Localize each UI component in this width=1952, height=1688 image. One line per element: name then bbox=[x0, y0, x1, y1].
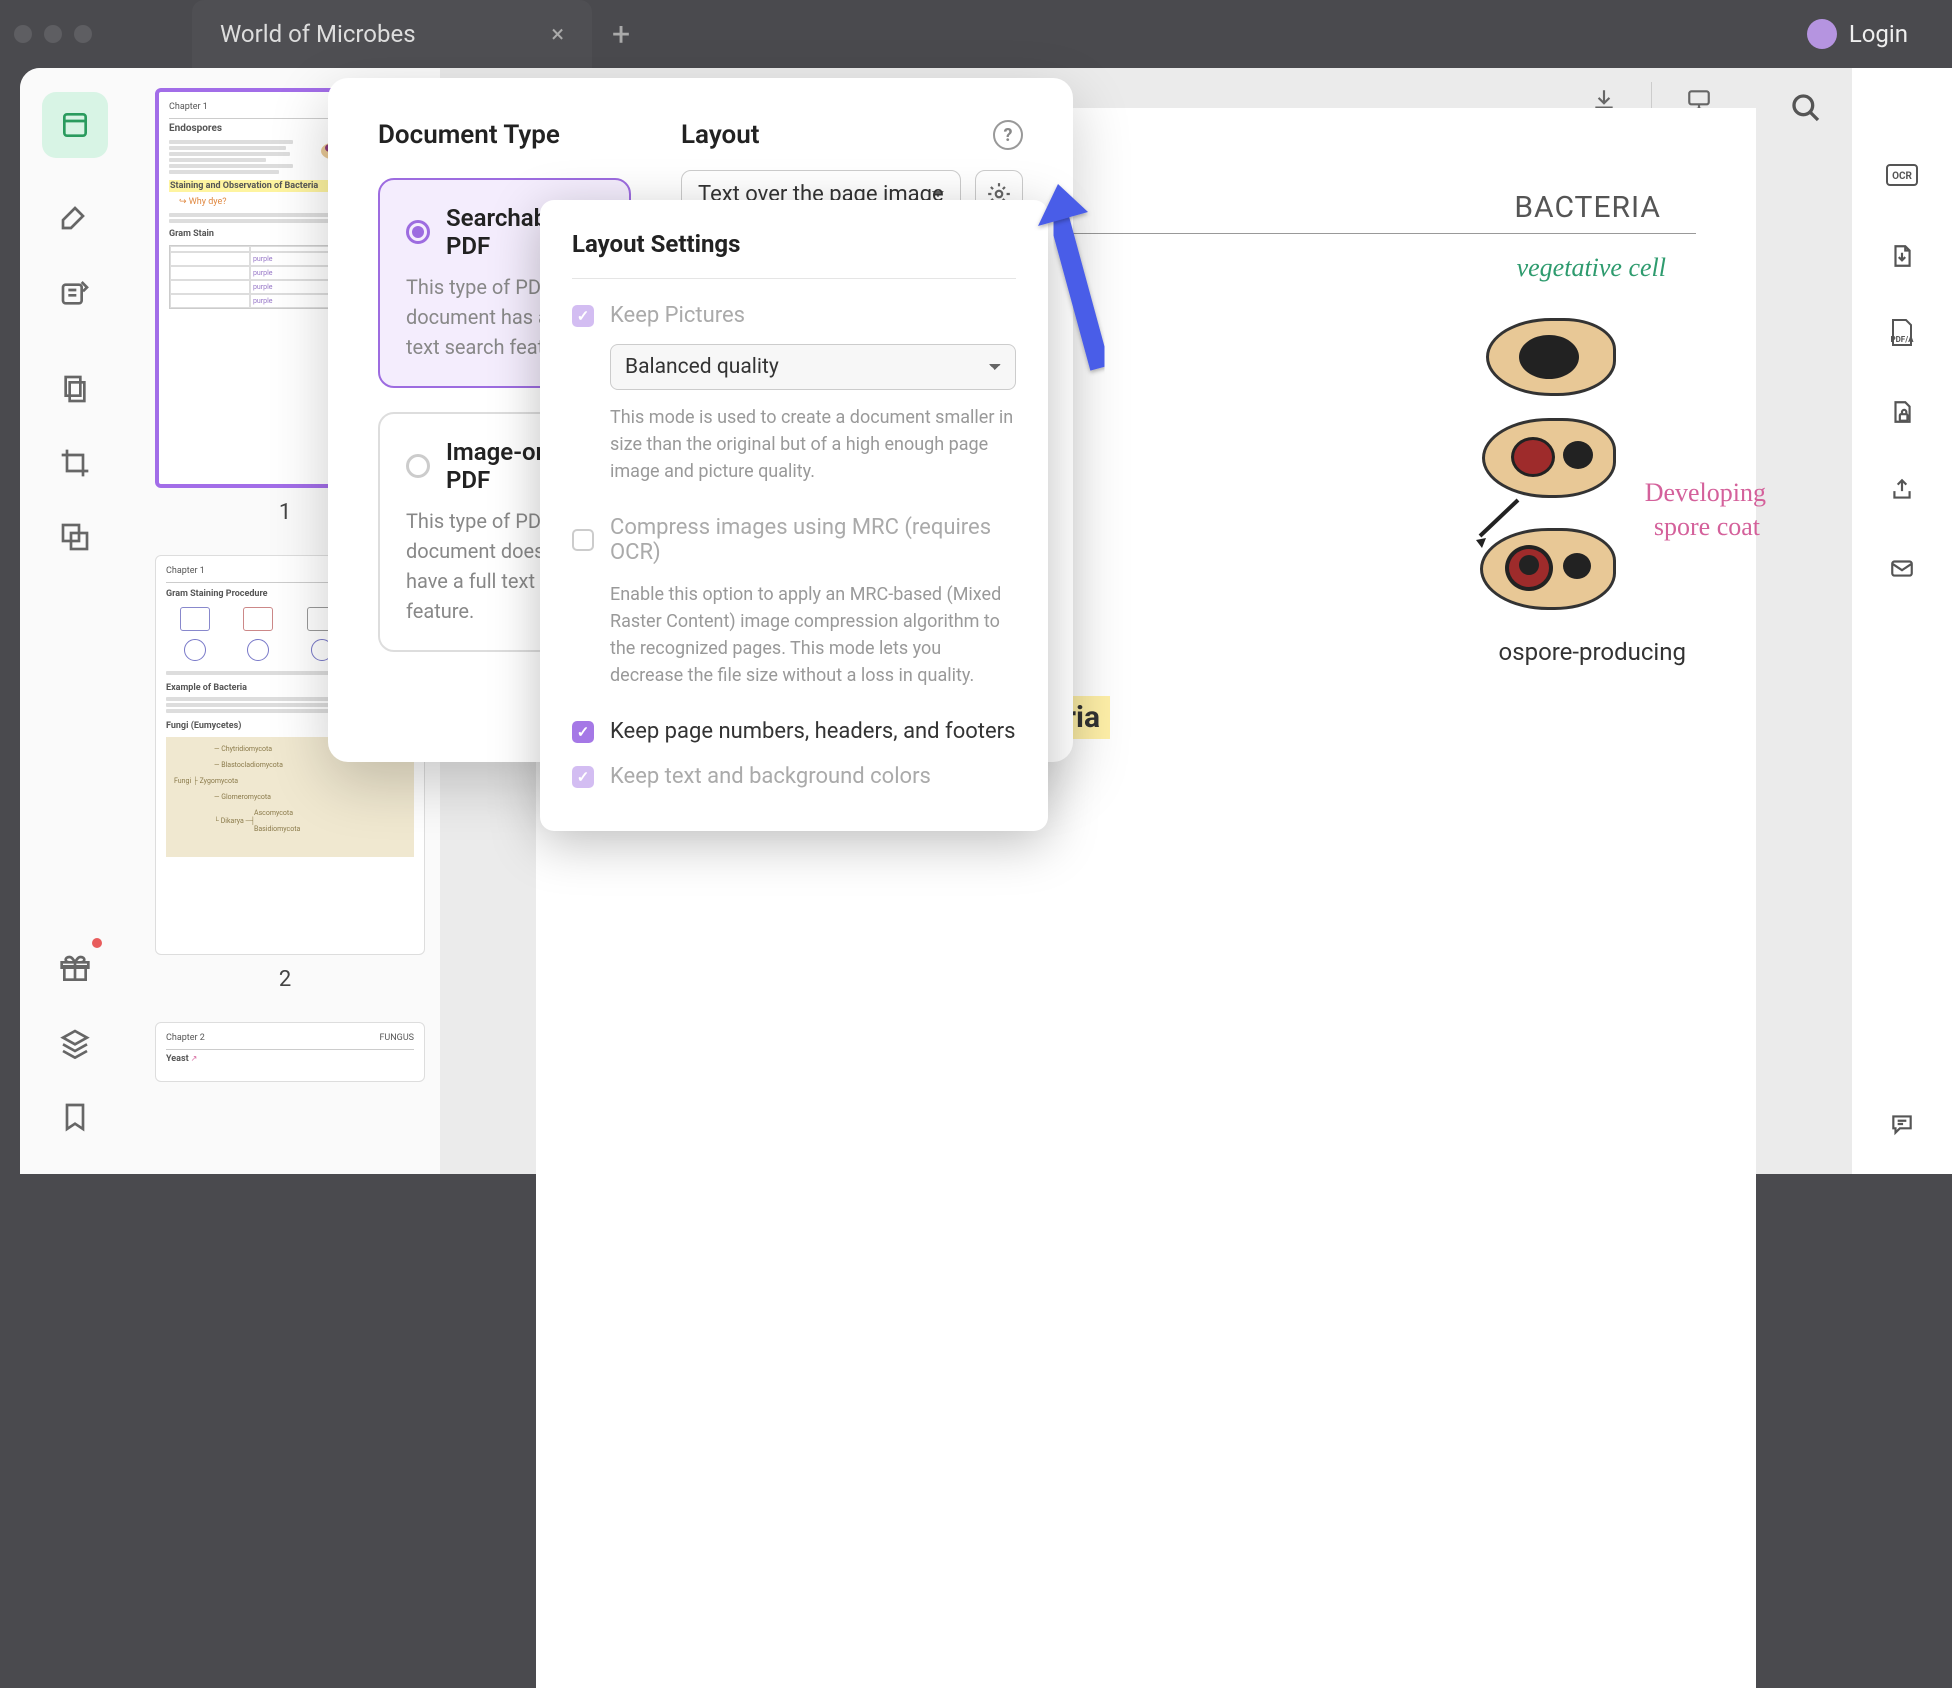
login-button[interactable]: Login bbox=[1807, 19, 1908, 49]
protect-tool[interactable] bbox=[1882, 392, 1922, 432]
compress-mrc-option[interactable]: Compress images using MRC (requires OCR) bbox=[572, 515, 1016, 565]
checkbox-checked-icon bbox=[572, 305, 594, 327]
popover-title: Layout Settings bbox=[572, 230, 1016, 258]
titlebar: World of Microbes × + Login bbox=[0, 0, 1952, 68]
layers-tool[interactable] bbox=[42, 1010, 108, 1076]
compress-mrc-label: Compress images using MRC (requires OCR) bbox=[610, 515, 1016, 565]
login-label: Login bbox=[1849, 20, 1908, 48]
keep-colors-label: Keep text and background colors bbox=[610, 764, 931, 789]
picture-quality-select[interactable]: Balanced quality bbox=[610, 344, 1016, 390]
body-text-fragment: ospore-producing bbox=[1499, 638, 1686, 666]
svg-text:PDF/A: PDF/A bbox=[1890, 335, 1914, 344]
right-sidebar: OCR PDF/A bbox=[1852, 68, 1952, 1174]
checkbox-checked-icon bbox=[572, 766, 594, 788]
svg-text:OCR: OCR bbox=[1892, 171, 1912, 182]
checkbox-unchecked-icon bbox=[572, 529, 594, 551]
doc-type-heading: Document Type bbox=[378, 120, 631, 150]
keep-headers-label: Keep page numbers, headers, and footers bbox=[610, 719, 1015, 744]
keep-headers-option[interactable]: Keep page numbers, headers, and footers bbox=[572, 719, 1016, 744]
notification-badge bbox=[92, 938, 102, 948]
annotation-developing: Developing bbox=[1645, 478, 1766, 508]
gift-tool[interactable] bbox=[42, 936, 108, 1002]
mail-tool[interactable] bbox=[1882, 548, 1922, 588]
close-window[interactable] bbox=[14, 25, 32, 43]
highlighter-tool[interactable] bbox=[42, 187, 108, 253]
tabs-area: World of Microbes × + bbox=[192, 0, 630, 68]
annotation-spore-coat: spore coat bbox=[1654, 512, 1760, 542]
radio-unchecked-icon bbox=[406, 454, 430, 478]
minimize-window[interactable] bbox=[44, 25, 62, 43]
annotation-vegetative: vegetative cell bbox=[1517, 253, 1666, 283]
avatar-icon bbox=[1807, 19, 1837, 49]
maximize-window[interactable] bbox=[74, 25, 92, 43]
pages-tool[interactable] bbox=[42, 356, 108, 422]
layout-settings-popover: Layout Settings Keep Pictures Balanced q… bbox=[540, 200, 1048, 831]
keep-pictures-option[interactable]: Keep Pictures bbox=[572, 303, 1016, 328]
page-section-title: BACTERIA bbox=[1514, 190, 1661, 225]
mrc-desc: Enable this option to apply an MRC-based… bbox=[610, 581, 1016, 689]
search-button[interactable] bbox=[1790, 92, 1822, 128]
window-controls bbox=[14, 25, 92, 43]
text-edit-tool[interactable] bbox=[42, 261, 108, 327]
thumbnail-2-number: 2 bbox=[155, 967, 415, 992]
thumbnail-3[interactable]: Chapter 2FUNGUS Yeast ↗ bbox=[155, 1022, 415, 1082]
read-mode-tool[interactable] bbox=[42, 92, 108, 158]
radio-checked-icon bbox=[406, 220, 430, 244]
layout-heading: Layout bbox=[681, 120, 760, 150]
bookmark-tool[interactable] bbox=[42, 1084, 108, 1150]
quality-desc: This mode is used to create a document s… bbox=[610, 404, 1016, 485]
convert-tool[interactable] bbox=[1882, 236, 1922, 276]
crop-tool[interactable] bbox=[42, 430, 108, 496]
checkbox-checked-icon bbox=[572, 721, 594, 743]
keep-colors-option[interactable]: Keep text and background colors bbox=[572, 764, 1016, 789]
left-sidebar bbox=[20, 68, 130, 1174]
document-tab[interactable]: World of Microbes × bbox=[192, 0, 592, 68]
comment-tool[interactable] bbox=[1882, 1104, 1922, 1144]
tab-title: World of Microbes bbox=[220, 20, 531, 48]
add-tab-button[interactable]: + bbox=[612, 15, 630, 53]
keep-pictures-label: Keep Pictures bbox=[610, 303, 745, 328]
help-icon[interactable]: ? bbox=[993, 120, 1023, 150]
ocr-tool[interactable]: OCR bbox=[1882, 158, 1922, 198]
pdfa-tool[interactable]: PDF/A bbox=[1882, 314, 1922, 354]
compare-tool[interactable] bbox=[42, 504, 108, 570]
close-tab-icon[interactable]: × bbox=[551, 20, 564, 48]
share-tool[interactable] bbox=[1882, 470, 1922, 510]
